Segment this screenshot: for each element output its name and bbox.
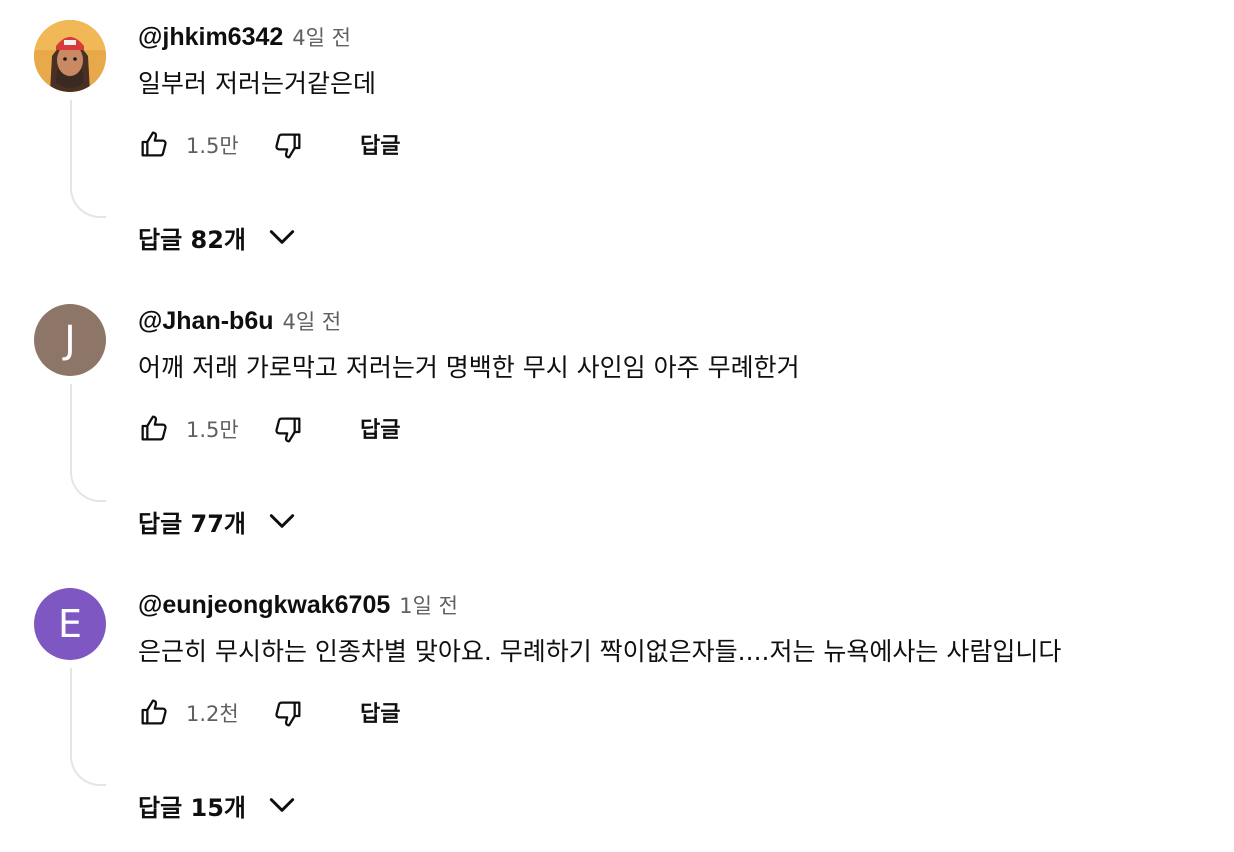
avatar-letter: J: [64, 318, 76, 362]
view-replies-button[interactable]: 답글 15개: [138, 786, 298, 824]
comment-item: E @eunjeongkwak6705 1일 전 은근히 무시하는 인종차별 맞…: [0, 568, 1234, 852]
thumbs-up-icon[interactable]: [138, 128, 170, 160]
thumbs-down-icon[interactable]: [272, 414, 304, 446]
avatar[interactable]: E: [34, 588, 106, 660]
thumbs-up-icon[interactable]: [138, 696, 170, 728]
timestamp[interactable]: 4일 전: [283, 306, 342, 336]
timestamp[interactable]: 4일 전: [292, 22, 351, 52]
reply-button[interactable]: 답글: [360, 696, 400, 728]
like-count: 1.5만: [186, 134, 239, 158]
view-replies-button[interactable]: 답글 82개: [138, 218, 298, 256]
chevron-down-icon: [266, 221, 298, 253]
thread-line: [70, 384, 106, 502]
author-name[interactable]: @jhkim6342: [138, 23, 283, 52]
comment-header: @jhkim6342 4일 전: [138, 22, 351, 56]
comment-text: 일부러 저러는거같은데: [138, 69, 376, 98]
reply-button[interactable]: 답글: [360, 412, 400, 444]
comment-text: 은근히 무시하는 인종차별 맞아요. 무례하기 짝이없은자들....저는 뉴욕에…: [138, 637, 1062, 666]
replies-count-label: 답글 15개: [138, 793, 246, 822]
timestamp[interactable]: 1일 전: [399, 590, 458, 620]
thread-line: [70, 100, 106, 218]
chevron-down-icon: [266, 789, 298, 821]
replies-count-label: 답글 82개: [138, 225, 246, 254]
comment-item: @jhkim6342 4일 전 일부러 저러는거같은데 1.5만 답글 답글 8…: [0, 0, 1234, 284]
replies-count-label: 답글 77개: [138, 509, 246, 538]
comment-actions: 1.2천 답글: [138, 694, 438, 734]
comment-header: @Jhan-b6u 4일 전: [138, 306, 341, 340]
avatar[interactable]: J: [34, 304, 106, 376]
comment-actions: 1.5만 답글: [138, 126, 438, 166]
thumbs-down-icon[interactable]: [272, 698, 304, 730]
chevron-down-icon: [266, 505, 298, 537]
like-count: 1.5만: [186, 418, 239, 442]
author-name[interactable]: @Jhan-b6u: [138, 307, 274, 336]
view-replies-button[interactable]: 답글 77개: [138, 502, 298, 540]
reply-button[interactable]: 답글: [360, 128, 400, 160]
comment-header: @eunjeongkwak6705 1일 전: [138, 590, 458, 624]
author-name[interactable]: @eunjeongkwak6705: [138, 591, 390, 620]
thumbs-down-icon[interactable]: [272, 130, 304, 162]
comment-actions: 1.5만 답글: [138, 410, 438, 450]
avatar[interactable]: [34, 20, 106, 92]
avatar-letter: E: [57, 602, 82, 646]
thread-line: [70, 668, 106, 786]
comment-text: 어깨 저래 가로막고 저러는거 명백한 무시 사인임 아주 무례한거: [138, 353, 800, 382]
avatar-photo-icon: [34, 20, 106, 92]
comment-item: J @Jhan-b6u 4일 전 어깨 저래 가로막고 저러는거 명백한 무시 …: [0, 284, 1234, 568]
thumbs-up-icon[interactable]: [138, 412, 170, 444]
like-count: 1.2천: [186, 702, 239, 726]
